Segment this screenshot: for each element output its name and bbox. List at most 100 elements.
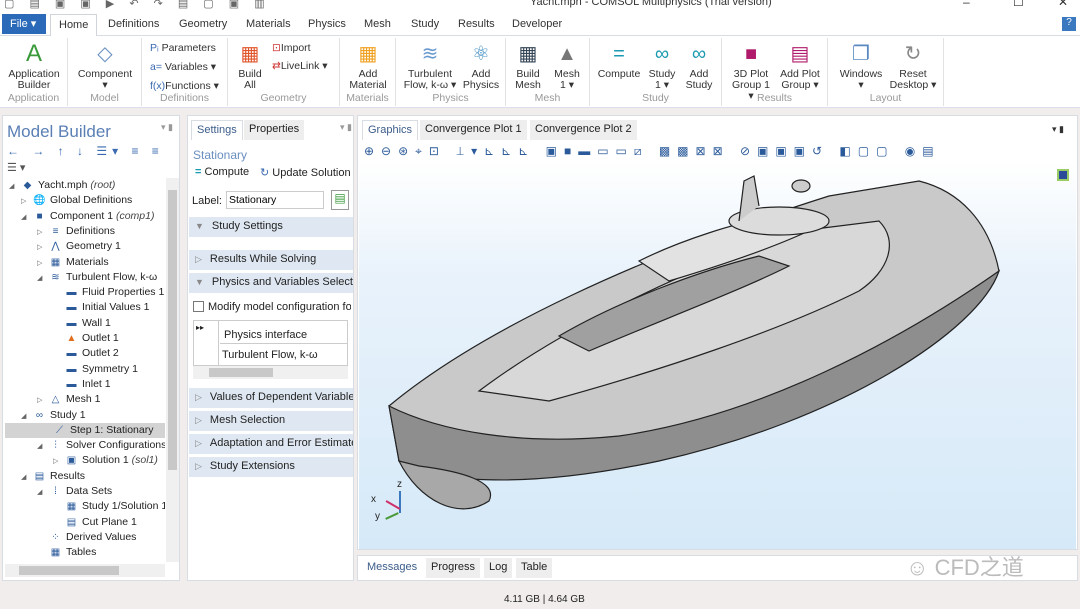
tree-item[interactable]: ▷ △ Mesh 1 xyxy=(5,392,100,407)
section-results-while-solving[interactable]: ▷ Results While Solving xyxy=(189,250,353,270)
tree-item[interactable]: ▦ Study 1/Solution 1 xyxy=(5,499,165,514)
add-physics-button[interactable]: ⚛ Add Physics xyxy=(460,42,502,91)
help-icon[interactable]: ? xyxy=(1062,17,1076,31)
variables-button[interactable]: a= Variables ▾ xyxy=(150,61,216,73)
tree-item[interactable]: ▬ Inlet 1 xyxy=(5,377,111,392)
graphics-toolbar[interactable]: ⊕⊖⊛⌖⊡ ⟂▾⊾⊾⊾ ▣■▬▭▭⧄ ▩▩⊠⊠ ⊘▣▣▣↺ ◧▢▢ ◉▤ xyxy=(364,144,941,159)
expand-toggle-icon[interactable]: ◢ xyxy=(37,439,49,454)
tree-item[interactable]: ▤ Cut Plane 1 xyxy=(5,515,137,530)
close-button[interactable]: ✕ xyxy=(1058,0,1068,9)
tree-item[interactable]: ⟋ Step 1: Stationary xyxy=(5,422,165,438)
expand-toggle-icon[interactable]: ▷ xyxy=(37,256,49,271)
tree-item[interactable]: ◢ ⁞ Data Sets xyxy=(5,484,112,499)
label-input[interactable] xyxy=(226,191,324,209)
tab-convergence-plot-2[interactable]: Convergence Plot 2 xyxy=(530,120,637,140)
tree-item[interactable]: ▷ ≡ Definitions xyxy=(5,224,115,239)
build-all-button[interactable]: ▦ Build All xyxy=(234,42,266,91)
tree-item[interactable]: ▦ Tables xyxy=(5,545,97,560)
section-physics-variables[interactable]: ▼ Physics and Variables Selection xyxy=(189,273,353,293)
expand-toggle-icon[interactable]: ▷ xyxy=(37,225,49,240)
section-dependent-variables[interactable]: ▷ Values of Dependent Variables xyxy=(189,388,353,408)
tab-graphics[interactable]: Graphics xyxy=(362,120,419,140)
section-study-settings[interactable]: ▼ Study Settings xyxy=(189,217,353,237)
tree-item[interactable]: ▬ Wall 1 xyxy=(5,316,111,331)
import-button[interactable]: ⊡Import xyxy=(272,42,311,54)
tree-item[interactable]: ▷ ▣ Solution 1 (sol1) xyxy=(5,453,158,468)
expand-toggle-icon[interactable]: ▷ xyxy=(37,393,49,408)
modify-config-checkbox[interactable]: Modify model configuration for study ste… xyxy=(193,301,351,313)
expand-toggle-icon[interactable]: ◢ xyxy=(21,409,33,424)
add-material-button[interactable]: ▦ Add Material xyxy=(342,42,394,91)
tree-item[interactable]: ◢ ▤ Results xyxy=(5,469,85,484)
tree-item[interactable]: ⁘ Derived Values xyxy=(5,530,136,545)
panel-pin-icon[interactable]: ▾ ▮ xyxy=(161,122,173,133)
livelink-button[interactable]: ⇄LiveLink ▾ xyxy=(272,60,328,72)
tree-horizontal-scrollbar[interactable] xyxy=(5,564,165,577)
parameters-button[interactable]: Pᵢ Parameters xyxy=(150,42,216,54)
study1-button[interactable]: ∞ Study 1 ▾ xyxy=(646,42,678,91)
expand-toggle-icon[interactable]: ▷ xyxy=(21,194,33,209)
tab-mesh[interactable]: Mesh xyxy=(364,18,391,30)
tab-progress[interactable]: Progress xyxy=(426,558,481,578)
tab-messages[interactable]: Messages xyxy=(362,558,423,578)
section-study-extensions[interactable]: ▷ Study Extensions xyxy=(189,457,353,477)
tree-options-icon[interactable]: ☰ ▾ xyxy=(7,161,25,174)
section-mesh-selection[interactable]: ▷ Mesh Selection xyxy=(189,411,353,431)
quick-access-toolbar[interactable]: ▢ ▤ ▣ ▣ ▶ ↶ ↷ ▤ ▢ ▣ ▥ xyxy=(4,0,271,10)
windows-button[interactable]: ❐ Windows ▾ xyxy=(838,42,884,91)
turbulent-flow-button[interactable]: ≋ Turbulent Flow, k-ω ▾ xyxy=(400,42,460,91)
tree-item[interactable]: ▲ Outlet 1 xyxy=(5,331,119,346)
tree-item[interactable]: ◢ ≋ Turbulent Flow, k-ω xyxy=(5,270,157,285)
minimize-button[interactable]: – xyxy=(963,0,970,9)
add-plot-group-button[interactable]: ▤ Add Plot Group ▾ xyxy=(776,42,824,91)
tree-item[interactable]: ▬ Initial Values 1 xyxy=(5,300,150,315)
build-mesh-button[interactable]: ▦ Build Mesh xyxy=(510,42,546,91)
tab-convergence-plot-1[interactable]: Convergence Plot 1 xyxy=(420,120,527,140)
application-builder-button[interactable]: A Application Builder xyxy=(4,42,64,91)
tree-item[interactable]: ◢ ■ Component 1 (comp1) xyxy=(5,209,154,224)
update-solution-link[interactable]: ↻ Update Solution xyxy=(260,166,351,179)
reset-desktop-button[interactable]: ↻ Reset Desktop ▾ xyxy=(888,42,938,91)
tab-materials[interactable]: Materials xyxy=(246,18,291,30)
section-adaptation[interactable]: ▷ Adaptation and Error Estimates xyxy=(189,434,353,454)
tree-item[interactable]: ◢ ∞ Study 1 xyxy=(5,408,86,423)
tab-settings[interactable]: Settings xyxy=(191,120,243,140)
tree-item[interactable]: ▷ 🌐 Global Definitions xyxy=(5,193,132,208)
tree-item[interactable]: ▬ Outlet 2 xyxy=(5,346,119,361)
expand-toggle-icon[interactable]: ▷ xyxy=(37,240,49,255)
file-menu[interactable]: File ▾ xyxy=(2,14,46,34)
mesh1-button[interactable]: ▲ Mesh 1 ▾ xyxy=(550,42,584,91)
tab-study[interactable]: Study xyxy=(411,18,439,30)
panel-pin-icon[interactable]: ▾ ▮ xyxy=(340,122,352,133)
tab-table[interactable]: Table xyxy=(516,558,553,578)
tree-item[interactable]: ▷ ▦ Materials xyxy=(5,255,109,270)
expand-toggle-icon[interactable]: ◢ xyxy=(37,271,49,286)
table-row[interactable]: Turbulent Flow, k-ω xyxy=(222,349,318,361)
tab-physics[interactable]: Physics xyxy=(308,18,346,30)
tab-geometry[interactable]: Geometry xyxy=(179,18,227,30)
tree-item[interactable]: ◢ ⫶ Solver Configurations xyxy=(5,438,165,453)
table-horizontal-scrollbar[interactable] xyxy=(193,366,348,379)
tree-item[interactable]: ▷ ⋀ Geometry 1 xyxy=(5,239,121,254)
checkbox[interactable] xyxy=(193,301,204,312)
tab-log[interactable]: Log xyxy=(484,558,513,578)
component-button[interactable]: ◇ Component ▾ xyxy=(74,42,136,91)
compute-button[interactable]: = Compute xyxy=(596,42,642,80)
tab-results[interactable]: Results xyxy=(458,18,495,30)
tab-home[interactable]: Home xyxy=(50,14,98,36)
tab-developer[interactable]: Developer xyxy=(512,18,562,30)
tab-properties[interactable]: Properties xyxy=(244,120,305,140)
tree-item[interactable]: ▬ Fluid Properties 1 xyxy=(5,285,165,300)
notes-icon[interactable]: ▤ xyxy=(331,190,349,210)
maximize-button[interactable]: ☐ xyxy=(1013,0,1024,9)
expand-toggle-icon[interactable]: ▷ xyxy=(53,454,65,469)
tree-item[interactable]: ◢ ◆ Yacht.mph (root) xyxy=(9,178,115,193)
add-study-button[interactable]: ∞ Add Study xyxy=(682,42,716,91)
expand-toggle-icon[interactable]: ◢ xyxy=(9,179,21,194)
compute-link[interactable]: = Compute xyxy=(195,166,249,178)
expand-toggle-icon[interactable]: ◢ xyxy=(21,210,33,225)
expand-toggle-icon[interactable]: ◢ xyxy=(21,470,33,485)
graphics-viewport[interactable]: z x y xyxy=(359,161,1076,549)
functions-button[interactable]: f(x)Functions ▾ xyxy=(150,80,219,92)
tab-definitions[interactable]: Definitions xyxy=(108,18,159,30)
